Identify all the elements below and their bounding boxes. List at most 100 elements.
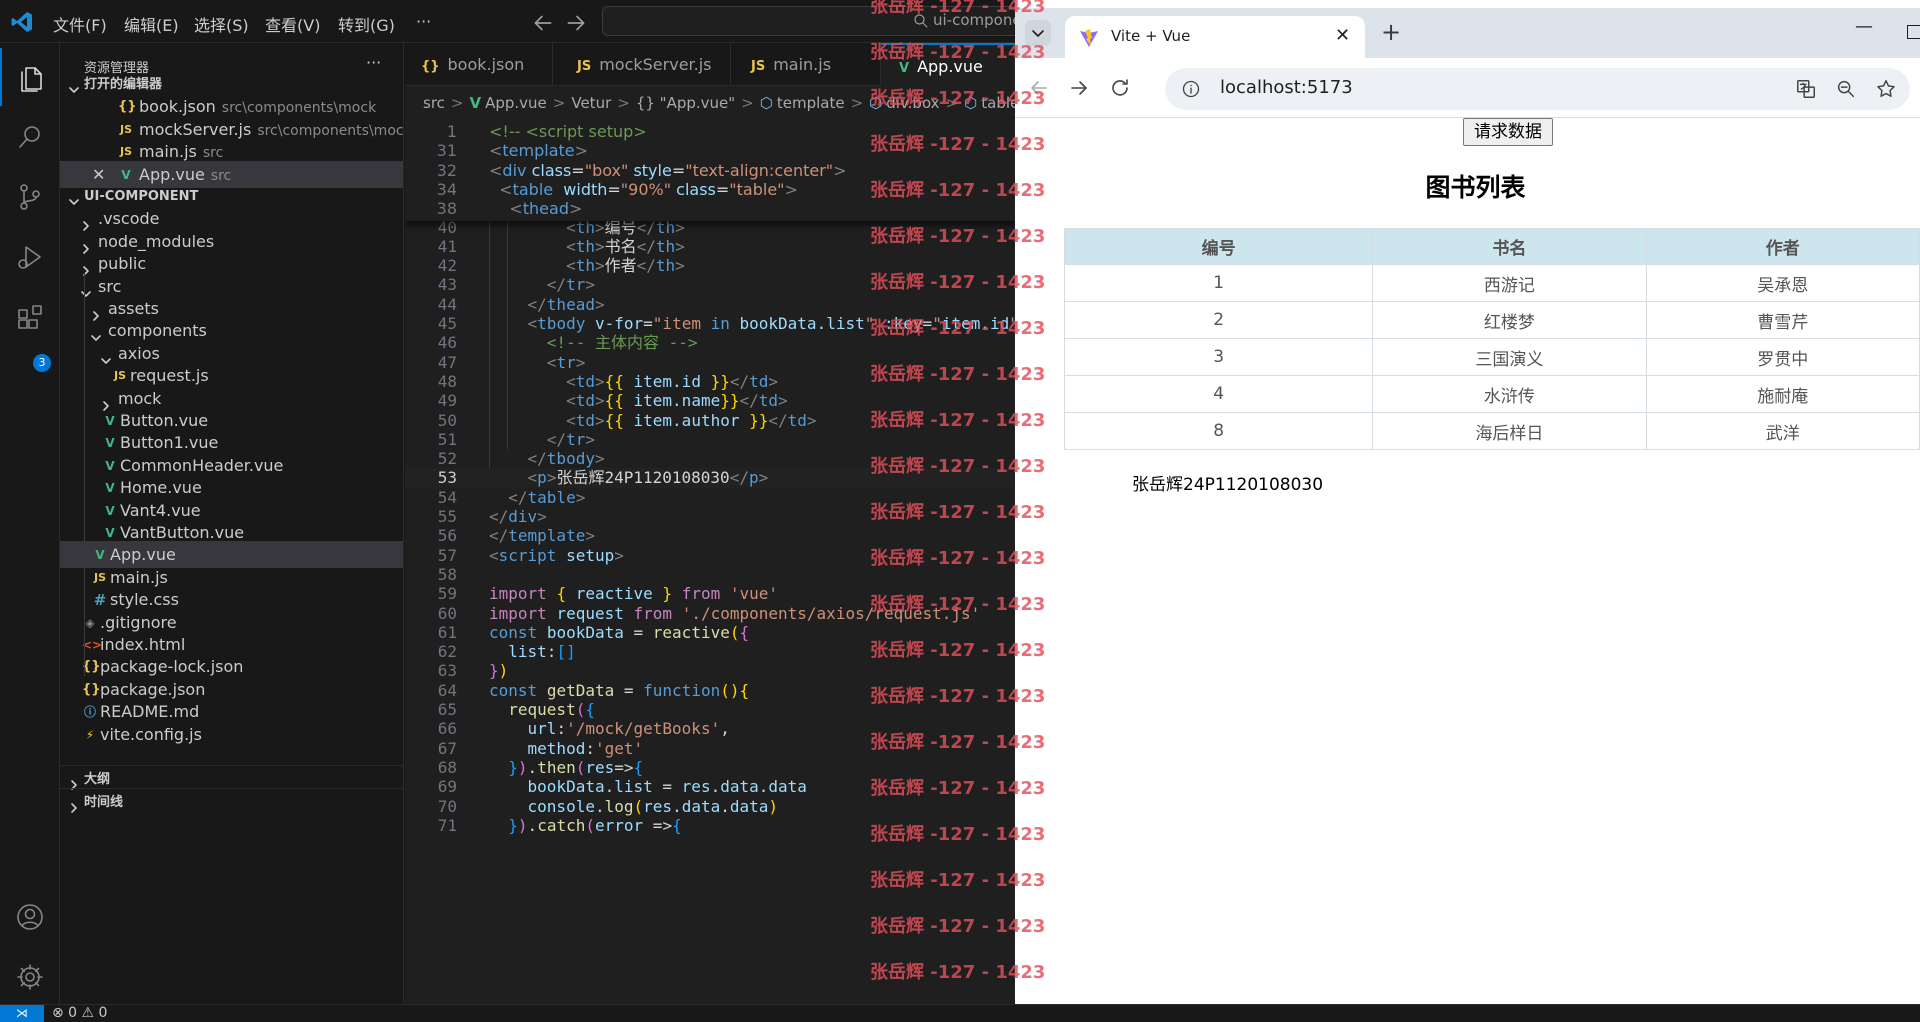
accounts-activity[interactable] — [0, 888, 60, 946]
bookmark-star-icon[interactable] — [1875, 78, 1897, 100]
code-line[interactable]: 50 <td>{{ item.author }}</td> — [405, 411, 1015, 430]
code-line[interactable]: 43 </tr> — [405, 275, 1015, 294]
code-line[interactable]: 41 <th>书名</th> — [405, 237, 1015, 256]
arrow-right-icon[interactable] — [563, 10, 589, 36]
browser-tab[interactable]: Vite + Vue ✕ — [1065, 16, 1365, 58]
timeline-header[interactable]: 时间线 — [60, 788, 403, 815]
column-header: 编号 — [1063, 228, 1374, 265]
sticky-code-line[interactable]: 34 <table width="90%" class="table"> — [405, 180, 1015, 199]
code-line[interactable]: 47 <tr> — [405, 353, 1015, 372]
line-number: 42 — [437, 256, 457, 276]
code-text: import request from './components/axios/… — [489, 603, 981, 623]
request-data-button[interactable]: 请求数据 — [1463, 118, 1553, 146]
menu-view[interactable]: 查看(V) — [265, 12, 320, 36]
zoom-icon[interactable] — [1835, 78, 1857, 100]
code-line[interactable]: 42 <th>作者</th> — [405, 256, 1015, 275]
maximize-button[interactable] — [1907, 25, 1920, 39]
breadcrumb-item[interactable]: {} "App.vue" — [636, 94, 735, 112]
close-icon[interactable]: ✕ — [1335, 25, 1350, 46]
code-line[interactable]: 67 method:'get' — [405, 739, 1015, 758]
minimize-button[interactable]: — — [1855, 16, 1873, 37]
code-line[interactable]: 69 bookData.list = res.data.data — [405, 777, 1015, 796]
line-number: 57 — [437, 545, 457, 565]
tab-search-button[interactable] — [1025, 20, 1051, 46]
code-line[interactable]: 66 url:'/mock/getBooks', — [405, 719, 1015, 738]
tab-book-json[interactable]: {} book.json — [405, 43, 553, 86]
code-line[interactable]: 71 }).catch(error =>{ — [405, 816, 1015, 835]
arrow-left-icon[interactable] — [530, 10, 556, 36]
settings-activity[interactable] — [0, 948, 60, 1006]
code-line[interactable]: 56 </template> — [405, 526, 1015, 545]
column-header: 书名 — [1372, 228, 1647, 265]
translate-icon[interactable] — [1795, 78, 1817, 100]
code-line[interactable]: 54 </table> — [405, 488, 1015, 507]
code-line[interactable]: 49 <td>{{ item.name}}</td> — [405, 391, 1015, 410]
code-line[interactable]: 55 </div> — [405, 507, 1015, 526]
tab-app-vue[interactable]: V App.vue — [881, 43, 1015, 86]
indent-guide — [507, 217, 508, 450]
code-line[interactable]: 58 — [405, 565, 1015, 584]
reload-icon[interactable] — [1108, 76, 1132, 100]
menu-more[interactable]: ··· — [416, 12, 431, 31]
sticky-code-line[interactable]: 31 <template> — [405, 141, 1015, 160]
code-line[interactable]: 62 list:[] — [405, 642, 1015, 661]
menu-selection[interactable]: 选择(S) — [194, 12, 249, 36]
code-line[interactable]: 48 <td>{{ item.id }}</td> — [405, 372, 1015, 391]
run-debug-activity[interactable] — [0, 228, 60, 286]
breadcrumb-item[interactable]: div.box — [886, 94, 939, 112]
chevron-down-icon — [68, 191, 80, 205]
extensions-activity[interactable] — [0, 288, 60, 346]
code-text: <p>张岳辉24P1120108030</p> — [527, 468, 769, 488]
problems-indicator[interactable]: ⊗ 0 ⚠ 0 — [52, 1005, 107, 1022]
code-line[interactable]: 68 }).then(res=>{ — [405, 758, 1015, 777]
code-line[interactable]: 46 <!-- 主体内容 --> — [405, 333, 1015, 352]
code-line[interactable]: 51 </tr> — [405, 430, 1015, 449]
code-line[interactable]: 61 const bookData = reactive({ — [405, 623, 1015, 642]
code-line[interactable]: 70 console.log(res.data.data) — [405, 797, 1015, 816]
gear-icon — [17, 964, 43, 990]
code-line[interactable]: 45 <tbody v-for="item in bookData.list" … — [405, 314, 1015, 333]
file-tree-item[interactable]: ⚡ vite.config.js — [60, 721, 403, 748]
menu-edit[interactable]: 编辑(E) — [124, 12, 179, 36]
search-activity[interactable] — [0, 108, 60, 166]
new-tab-button[interactable]: + — [1381, 18, 1401, 46]
file-name: main.js — [139, 142, 197, 162]
line-number: 41 — [437, 236, 457, 256]
code-line[interactable]: 63}) — [405, 661, 1015, 680]
table-cell: 1 — [1063, 264, 1374, 302]
back-icon[interactable] — [1027, 76, 1051, 100]
tab-main-js[interactable]: JS main.js — [731, 43, 881, 86]
code-line[interactable]: 64 const getData = function(){ — [405, 681, 1015, 700]
code-text: bookData.list = res.data.data — [527, 777, 807, 797]
sticky-code-line[interactable]: 1 <!-- <script setup> — [405, 122, 1015, 141]
menu-file[interactable]: 文件(F) — [53, 12, 107, 36]
code-text: <tbody v-for="item in bookData.list" :ke… — [527, 314, 1015, 333]
tab-mockserver-js[interactable]: JS mockServer.js — [553, 43, 731, 86]
line-number: 63 — [437, 661, 457, 681]
code-line[interactable]: 65 request({ — [405, 700, 1015, 719]
explorer-more-button[interactable]: ··· — [366, 53, 381, 72]
breadcrumb-item[interactable]: App.vue — [485, 94, 547, 112]
source-control-activity[interactable] — [0, 168, 60, 226]
code-line[interactable]: 60 import request from './components/axio… — [405, 604, 1015, 623]
explorer-activity[interactable] — [0, 48, 60, 106]
address-bar[interactable]: localhost:5173 — [1165, 68, 1910, 110]
info-icon[interactable] — [1181, 79, 1201, 99]
account-icon — [17, 904, 43, 930]
code-line[interactable]: 57 <script setup> — [405, 546, 1015, 565]
breadcrumb-item[interactable]: table.t — [981, 94, 1015, 112]
menu-go[interactable]: 转到(G) — [338, 12, 395, 36]
chevron-right-icon — [80, 213, 92, 232]
code-line[interactable]: 59 import { reactive } from 'vue' — [405, 584, 1015, 603]
code-line[interactable]: 52 </tbody> — [405, 449, 1015, 468]
forward-icon[interactable] — [1067, 76, 1091, 100]
breadcrumb-item[interactable]: src — [423, 94, 445, 112]
code-line[interactable]: 53 <p>张岳辉24P1120108030</p> — [405, 468, 1015, 488]
remote-indicator-icon[interactable]: ⋊ — [0, 1005, 44, 1022]
sticky-code-line[interactable]: 38 <thead> — [405, 199, 1015, 218]
breadcrumb-item[interactable]: Vetur — [571, 94, 611, 112]
sticky-code-line[interactable]: 32 <div class="box" style="text-align:cen… — [405, 161, 1015, 180]
code-line[interactable]: 44 </thead> — [405, 295, 1015, 314]
chevron-right-icon: > — [617, 94, 630, 112]
breadcrumb-item[interactable]: template — [777, 94, 845, 112]
